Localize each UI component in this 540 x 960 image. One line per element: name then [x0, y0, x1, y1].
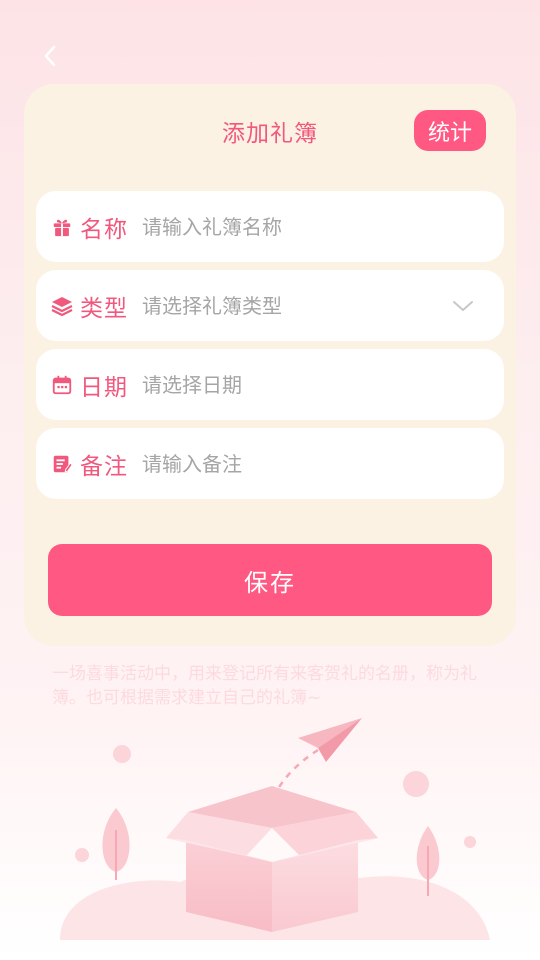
note-field[interactable]: 备注: [36, 428, 504, 499]
gift-icon: [50, 215, 74, 239]
name-field[interactable]: 名称: [36, 191, 504, 262]
date-field[interactable]: 日期: [36, 349, 504, 420]
calendar-icon: [50, 373, 74, 397]
type-select[interactable]: [142, 293, 448, 318]
stats-button[interactable]: 统计: [414, 110, 486, 151]
name-input[interactable]: [142, 214, 504, 239]
type-label: 类型: [80, 295, 128, 322]
note-label: 备注: [80, 453, 128, 480]
name-label: 名称: [80, 216, 128, 243]
note-icon: [50, 452, 74, 476]
layers-icon: [50, 294, 74, 318]
gift-box-illustration: [60, 718, 490, 940]
save-button[interactable]: 保存: [48, 544, 492, 616]
type-field[interactable]: 类型: [36, 270, 504, 341]
chevron-left-icon: [44, 45, 56, 67]
chevron-down-icon[interactable]: [448, 291, 478, 321]
note-input[interactable]: [142, 451, 504, 476]
back-button[interactable]: [30, 36, 70, 76]
date-label: 日期: [80, 374, 128, 401]
date-input[interactable]: [142, 372, 504, 397]
